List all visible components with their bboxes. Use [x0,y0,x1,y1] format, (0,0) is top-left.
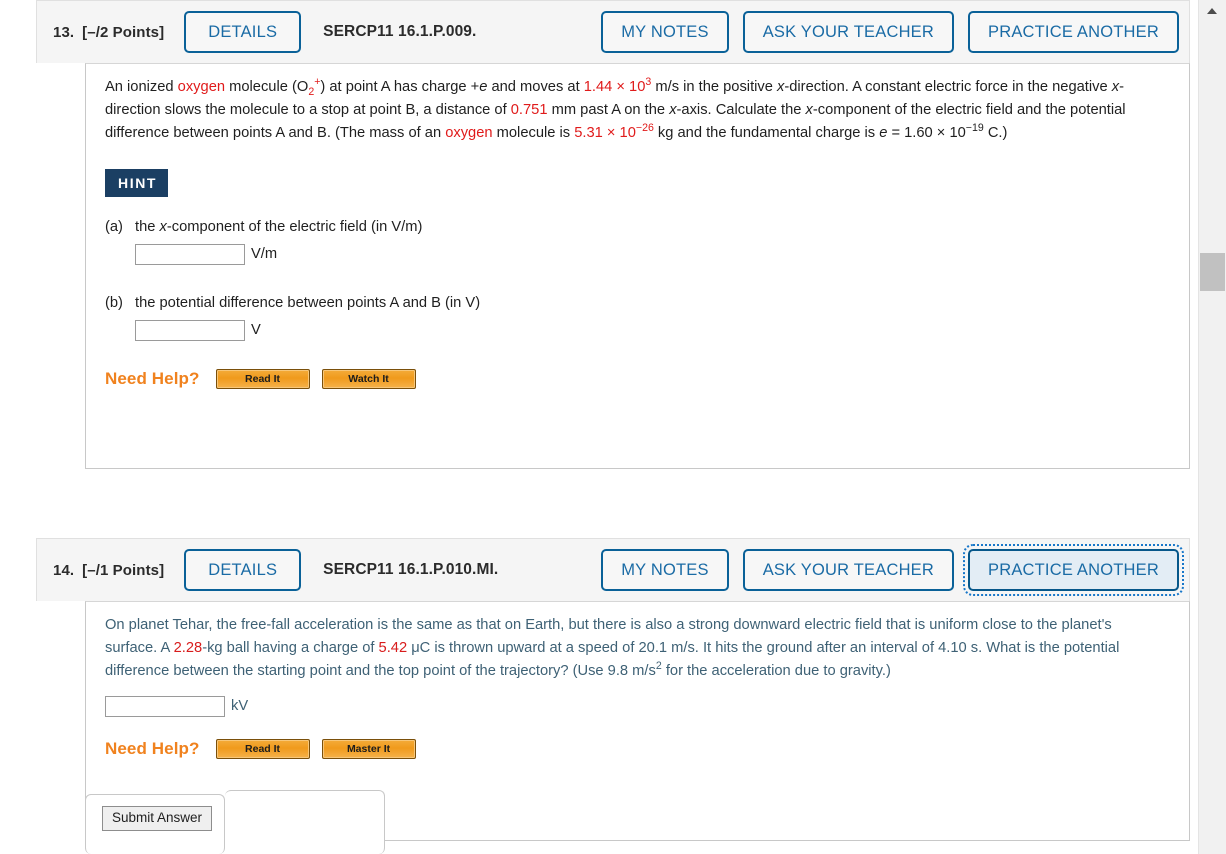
question-part-a: (a) the x-component of the electric fiel… [86,219,1189,235]
text-seg: molecule is [492,125,575,142]
master-it-button[interactable]: Master It [321,738,416,759]
text-seg: -axis. Calculate the [676,102,806,119]
text-seg: for the acceleration due to gravity.) [661,663,891,680]
question-block-14: 14. [–/1 Points] DETAILS SERCP11 16.1.P.… [36,538,1190,841]
text-seg: -kg ball having a charge of [202,640,379,657]
part-label: (b) [105,294,123,311]
answer-input-b[interactable] [135,319,245,341]
highlight-value: oxygen [177,79,226,95]
answer-row-b: V [86,319,1189,341]
scroll-up-arrow-icon[interactable] [1199,0,1226,20]
read-it-button[interactable]: Read It [215,738,310,759]
text-seg: -component of the electric field (in V/m… [166,218,423,235]
question-part-b: (b) the potential difference between poi… [86,295,1189,311]
details-button[interactable]: DETAILS [184,549,302,591]
ask-your-teacher-button[interactable]: ASK YOUR TEACHER [742,11,955,53]
text-seg: ) at point A has charge + [320,79,480,95]
question-header-13: 13. [–/2 Points] DETAILS SERCP11 16.1.P.… [36,0,1190,63]
question-block-13: 13. [–/2 Points] DETAILS SERCP11 16.1.P.… [36,0,1190,469]
answer-row-14: kV [86,695,1189,717]
question-statement: On planet Tehar, the free-fall accelerat… [86,602,1189,684]
question-header-actions: MY NOTES ASK YOUR TEACHER PRACTICE ANOTH… [601,11,1179,53]
read-it-button[interactable]: Read It [215,368,310,389]
italic-x: x [805,102,813,119]
question-code: SERCP11 16.1.P.009. [323,23,477,40]
highlight-value: 5.42 [378,640,408,657]
superscript: −19 [965,122,984,135]
answer-unit: V [251,322,261,339]
highlight-value: oxygen [445,125,493,142]
answer-input[interactable] [105,695,225,717]
watch-it-button[interactable]: Watch It [321,368,416,389]
ask-your-teacher-button[interactable]: ASK YOUR TEACHER [742,549,955,591]
text-seg: C.) [983,125,1008,142]
triangle-up-icon [1207,8,1217,14]
question-code: SERCP11 16.1.P.010.MI. [323,561,499,578]
text-seg: m/s in the positive [651,79,778,95]
need-help-row-14: Need Help? Read It Master It [86,738,1189,759]
practice-another-button[interactable]: PRACTICE ANOTHER [963,544,1184,596]
highlight-value: 2.28 [173,640,203,657]
details-button[interactable]: DETAILS [184,11,302,53]
need-help-row-13: Need Help? Read It Watch It [86,368,1189,389]
part-prompt: the potential difference between points … [135,294,481,311]
text-seg: mm past A on the [547,102,670,119]
submit-answer-side-panel [225,790,385,854]
text-seg: -direction. A constant electric force in… [784,79,1112,95]
question-statement: An ionized oxygen molecule (O2+) at poin… [86,64,1189,146]
need-help-label: Need Help? [105,738,200,758]
text-seg: kg and the fundamental charge is [653,125,880,142]
part-prompt: the x-component of the electric field (i… [135,219,1189,235]
highlight-value: 0.751 [510,102,548,119]
italic-x: x [1111,79,1120,95]
question-points: [–/2 Points] [82,23,165,41]
superscript: −26 [635,122,654,135]
vertical-scrollbar[interactable] [1198,0,1226,854]
submit-answer-button[interactable]: Submit Answer [102,806,213,832]
answer-unit: kV [231,698,249,715]
hint-button[interactable]: HINT [105,168,169,197]
answer-row-a: V/m [86,243,1189,265]
text-seg: molecule (O [225,79,309,95]
my-notes-button[interactable]: MY NOTES [601,11,729,53]
my-notes-button[interactable]: MY NOTES [601,549,729,591]
scrollbar-thumb[interactable] [1200,253,1225,291]
question-points: [–/1 Points] [82,561,165,579]
question-number: 13. [53,23,75,41]
text-seg: = 1.60 × 10 [887,125,966,142]
text-seg: and moves at [487,79,584,95]
answer-unit: V/m [251,246,278,263]
highlight-value: 5.31 × 10 [574,125,636,142]
question-number: 14. [53,561,75,579]
answer-input-a[interactable] [135,243,245,265]
text-seg: An ionized [105,79,178,95]
text-seg: the [135,218,160,235]
page-scroll-area: 13. [–/2 Points] DETAILS SERCP11 16.1.P.… [0,0,1199,854]
italic-x: x [159,218,167,235]
highlight-value: 1.44 × 10 [583,79,646,95]
question-body-13: An ionized oxygen molecule (O2+) at poin… [85,63,1190,469]
italic-x: x [669,102,677,119]
practice-another-button[interactable]: PRACTICE ANOTHER [968,11,1179,53]
question-header-14: 14. [–/1 Points] DETAILS SERCP11 16.1.P.… [36,538,1190,601]
part-label: (a) [105,218,123,235]
need-help-label: Need Help? [105,368,200,388]
question-header-actions: MY NOTES ASK YOUR TEACHER PRACTICE ANOTH… [601,544,1184,596]
